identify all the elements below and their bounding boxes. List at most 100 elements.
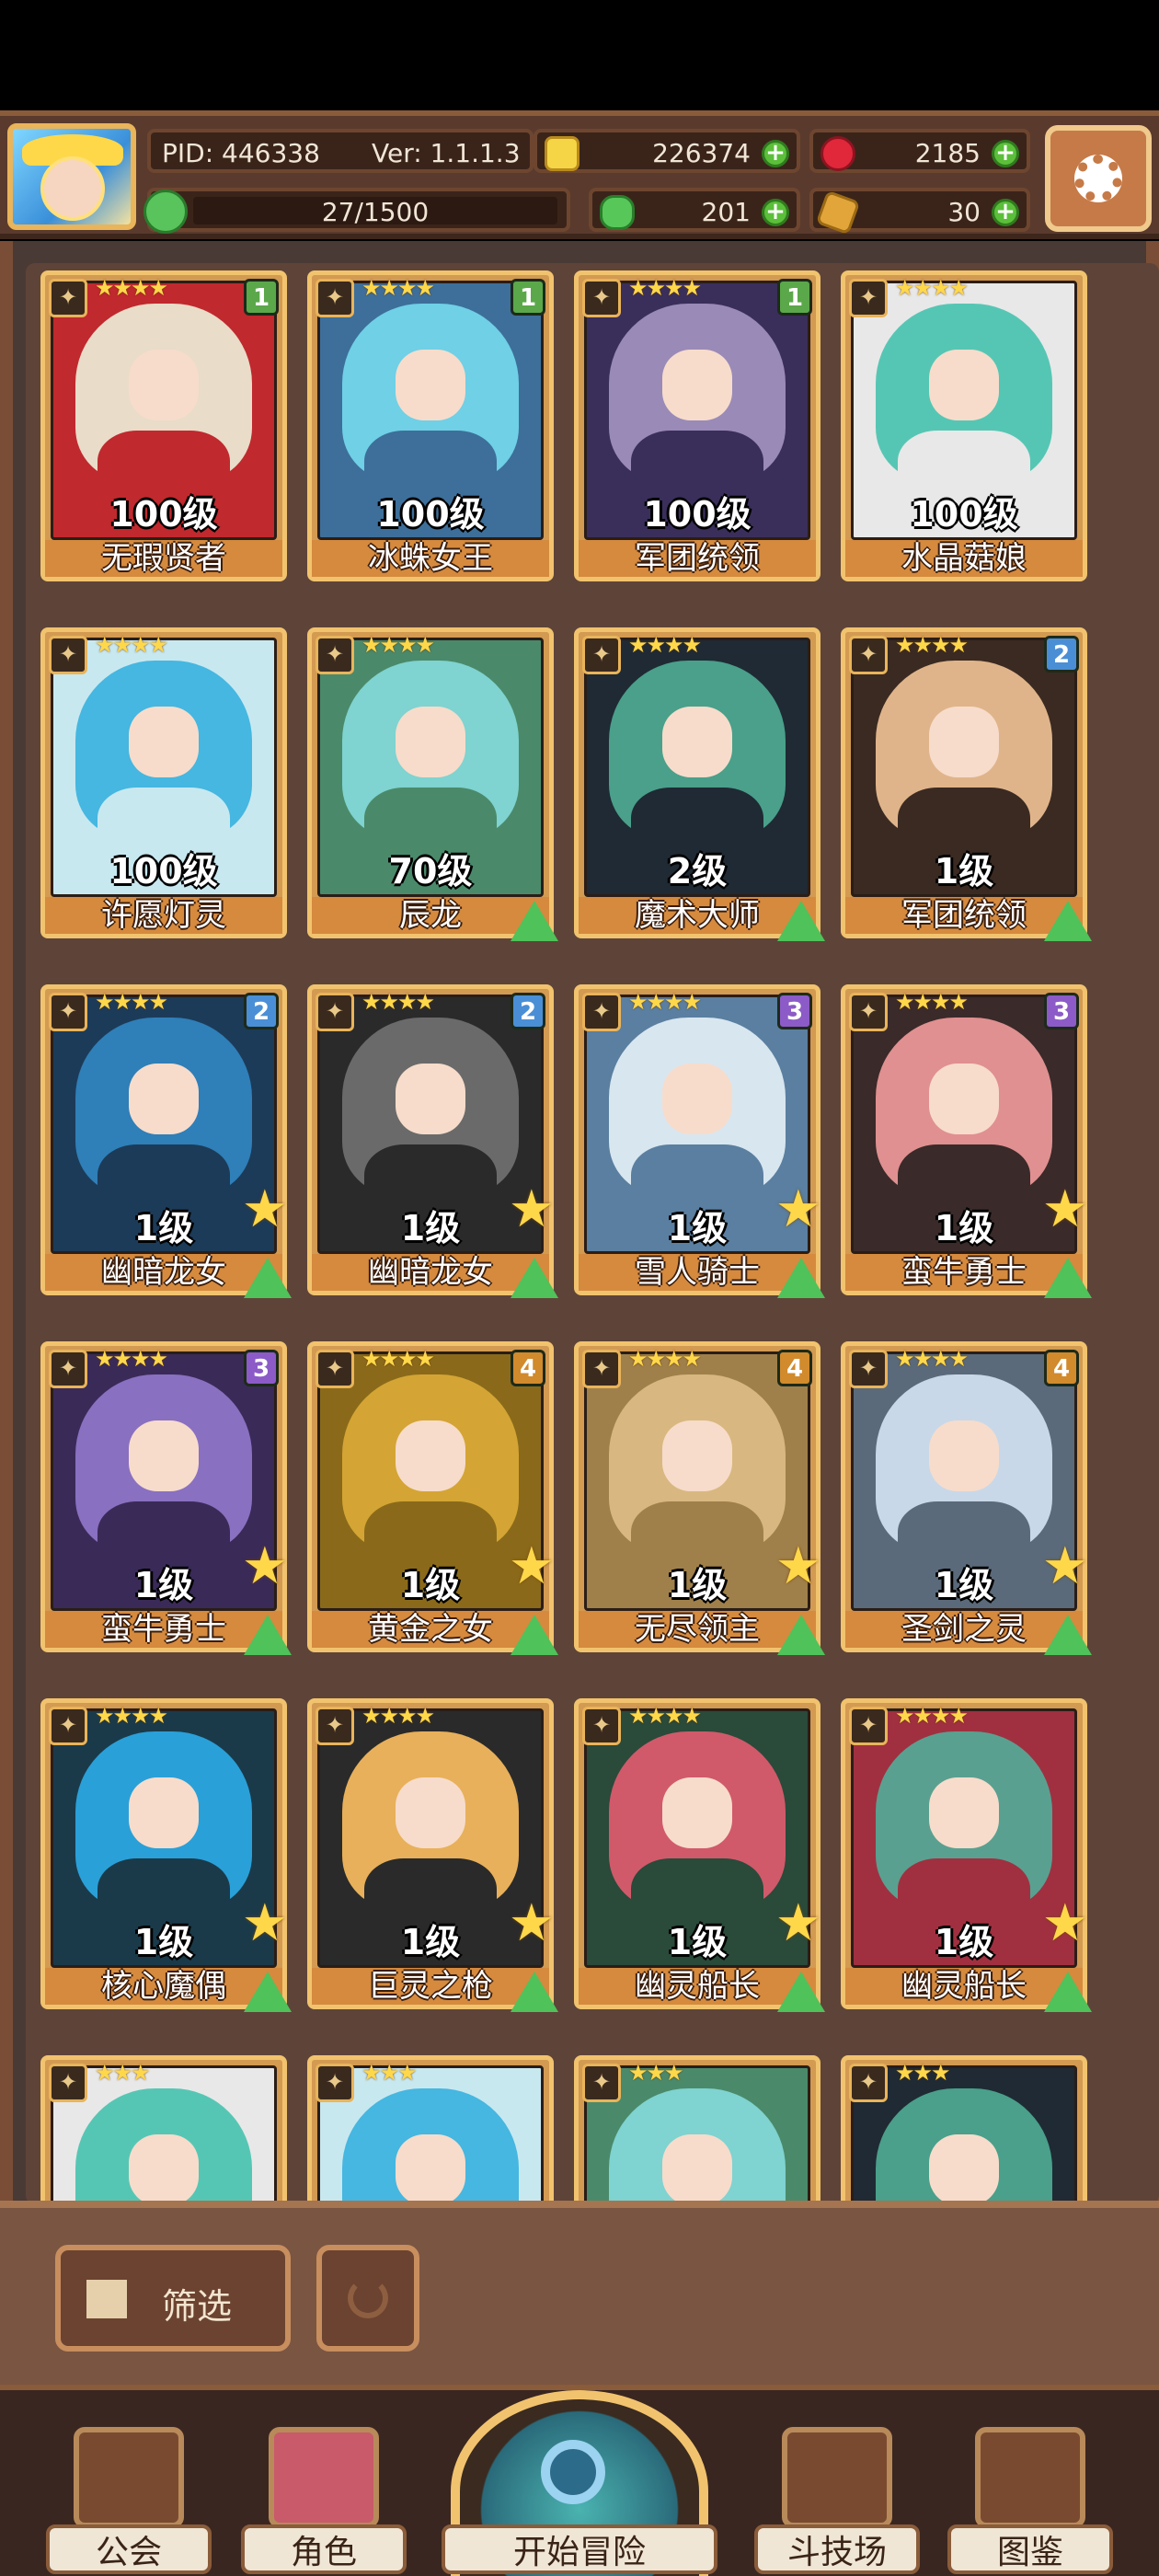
rarity-stars: ★★★★ xyxy=(95,275,168,301)
character-card-partial[interactable]: ✦ ★★★ xyxy=(307,2055,554,2204)
character-card[interactable]: ✦ ★★★★ 4 1级 圣剑之灵 ★ xyxy=(841,1341,1092,1655)
character-card[interactable]: ✦ ★★★★ 70级 辰龙 xyxy=(307,627,558,941)
rarity-stars: ★★★★ xyxy=(895,1346,969,1372)
filter-bar: 筛选 xyxy=(0,2201,1159,2385)
nav-guild[interactable]: 公会 xyxy=(46,2418,212,2576)
tier-badge: 1 xyxy=(511,279,545,316)
portrait-face xyxy=(928,1777,1000,1849)
upgrade-arrow-icon xyxy=(244,1615,292,1655)
character-card-partial[interactable]: ✦ ★★★ xyxy=(40,2055,287,2204)
character-level: 100级 xyxy=(109,851,218,891)
crossed-swords-icon xyxy=(782,2427,892,2528)
key-icon xyxy=(815,190,861,236)
character-name: 无瑕贤者 xyxy=(45,540,282,577)
character-card[interactable]: ✦ ★★★★ 100级 水晶菇娘 xyxy=(841,270,1087,581)
character-card[interactable]: ✦ ★★★★ 2 1级 军团统领 xyxy=(841,627,1092,941)
portrait-face xyxy=(128,2133,200,2204)
upgrade-arrow-icon xyxy=(511,901,558,941)
rarity-stars: ★★★★ xyxy=(628,989,702,1015)
add-coin-button[interactable]: + xyxy=(762,140,789,167)
grid-icon xyxy=(83,2276,131,2322)
class-icon: ✦ xyxy=(316,1707,354,1745)
class-icon: ✦ xyxy=(582,279,621,317)
filter-button[interactable]: 筛选 xyxy=(55,2245,291,2352)
character-card[interactable]: ✦ ★★★★ 2 1级 幽暗龙女 ★ xyxy=(40,984,292,1298)
class-icon: ✦ xyxy=(582,1350,621,1388)
character-card-partial[interactable]: ✦ ★★★ xyxy=(574,2055,820,2204)
add-key-button[interactable]: + xyxy=(992,199,1019,226)
character-card[interactable]: ✦ ★★★★ 4 1级 黄金之女 ★ xyxy=(307,1341,558,1655)
nav-arena-label: 斗技场 xyxy=(754,2524,920,2574)
upgrade-arrow-icon xyxy=(777,1258,825,1298)
star-icon: ★ xyxy=(241,1893,288,1953)
nav-character[interactable]: 角色 xyxy=(241,2418,407,2576)
stamina-bar: 27/1500 xyxy=(143,188,570,234)
refresh-button[interactable] xyxy=(316,2245,419,2352)
character-card[interactable]: ✦ ★★★★ 1 100级 军团统领 xyxy=(574,270,820,581)
bottom-nav: 公会 角色 开始冒险 斗技场 图鉴 xyxy=(0,2385,1159,2576)
coin-counter: 226374 + xyxy=(534,129,800,173)
character-card[interactable]: ✦ ★★★★ 1 100级 无瑕贤者 xyxy=(40,270,287,581)
nav-guild-label: 公会 xyxy=(46,2524,212,2574)
portrait-face xyxy=(395,1420,466,1492)
rarity-stars: ★★★★ xyxy=(95,632,168,658)
portrait-face xyxy=(928,1063,1000,1135)
character-card[interactable]: ✦ ★★★★ 3 1级 雪人骑士 ★ xyxy=(574,984,825,1298)
portrait-face xyxy=(128,349,200,421)
refresh-icon xyxy=(348,2278,388,2318)
tier-badge: 3 xyxy=(777,993,812,1029)
magnifier-icon xyxy=(541,2440,605,2504)
tier-badge: 2 xyxy=(1044,636,1079,673)
player-avatar[interactable] xyxy=(7,123,136,230)
upgrade-arrow-icon xyxy=(1044,1972,1092,2012)
rarity-stars: ★★★★ xyxy=(895,632,969,658)
upgrade-arrow-icon xyxy=(777,901,825,941)
character-card[interactable]: ✦ ★★★★ 3 1级 蛮牛勇士 ★ xyxy=(40,1341,292,1655)
rarity-stars: ★★★ xyxy=(95,2060,151,2086)
upgrade-arrow-icon xyxy=(1044,1615,1092,1655)
rarity-stars: ★★★★ xyxy=(361,275,435,301)
star-icon: ★ xyxy=(1041,1893,1088,1953)
portrait-face xyxy=(661,1777,733,1849)
character-level: 1级 xyxy=(934,851,994,891)
rarity-stars: ★★★★ xyxy=(95,1346,168,1372)
character-card[interactable]: ✦ ★★★★ 3 1级 蛮牛勇士 ★ xyxy=(841,984,1092,1298)
nav-arena[interactable]: 斗技场 xyxy=(754,2418,920,2576)
add-clover-button[interactable]: + xyxy=(762,199,789,226)
tier-badge: 3 xyxy=(244,1350,279,1386)
star-icon: ★ xyxy=(241,1179,288,1239)
upgrade-arrow-icon xyxy=(511,1615,558,1655)
portrait-face xyxy=(128,706,200,778)
rarity-stars: ★★★★ xyxy=(361,632,435,658)
upgrade-arrow-icon xyxy=(1044,1258,1092,1298)
character-card[interactable]: ✦ ★★★★ 2 1级 幽暗龙女 ★ xyxy=(307,984,558,1298)
nav-adventure[interactable]: 开始冒险 xyxy=(442,2390,717,2576)
star-icon: ★ xyxy=(1041,1179,1088,1239)
class-icon: ✦ xyxy=(49,636,87,674)
gem-icon xyxy=(820,136,855,171)
portrait-face xyxy=(661,706,733,778)
character-card[interactable]: ✦ ★★★★ 100级 许愿灯灵 xyxy=(40,627,287,938)
character-card[interactable]: ✦ ★★★★ 4 1级 无尽领主 ★ xyxy=(574,1341,825,1655)
upgrade-arrow-icon xyxy=(511,1258,558,1298)
portrait-face xyxy=(128,1777,200,1849)
character-card-partial[interactable]: ✦ ★★★ xyxy=(841,2055,1087,2204)
character-card[interactable]: ✦ ★★★★ 2级 魔术大师 xyxy=(574,627,825,941)
class-icon: ✦ xyxy=(316,636,354,674)
character-card[interactable]: ✦ ★★★★ 1级 核心魔偶 ★ xyxy=(40,1698,292,2012)
nav-codex[interactable]: 图鉴 xyxy=(947,2418,1113,2576)
add-gem-button[interactable]: + xyxy=(992,140,1019,167)
gem-counter: 2185 + xyxy=(809,129,1030,173)
guild-house-icon xyxy=(74,2427,184,2528)
settings-button[interactable] xyxy=(1045,125,1152,232)
character-card[interactable]: ✦ ★★★★ 1级 巨灵之枪 ★ xyxy=(307,1698,558,2012)
character-list-frame: ✦ ★★★★ 1 100级 无瑕贤者 ✦ ★★★★ 1 100级 冰蛛女王 ✦ ★★★★ 1 100级 军团… xyxy=(0,241,1159,2204)
class-icon: ✦ xyxy=(49,2064,87,2102)
character-card[interactable]: ✦ ★★★★ 1级 幽灵船长 ★ xyxy=(574,1698,825,2012)
character-card[interactable]: ✦ ★★★★ 1级 幽灵船长 ★ xyxy=(841,1698,1092,2012)
rarity-stars: ★★★★ xyxy=(628,1703,702,1729)
tier-badge: 1 xyxy=(777,279,812,316)
character-grid[interactable]: ✦ ★★★★ 1 100级 无瑕贤者 ✦ ★★★★ 1 100级 冰蛛女王 ✦ ★★★★ 1 100级 军团… xyxy=(26,263,1159,2204)
class-icon: ✦ xyxy=(49,993,87,1031)
character-card[interactable]: ✦ ★★★★ 1 100级 冰蛛女王 xyxy=(307,270,554,581)
